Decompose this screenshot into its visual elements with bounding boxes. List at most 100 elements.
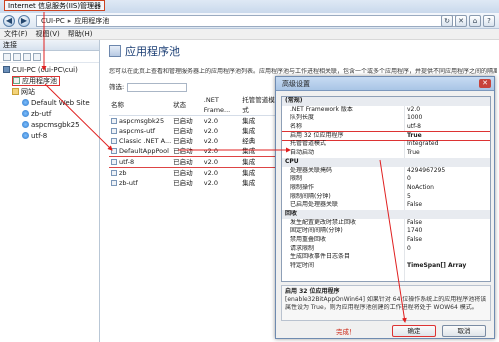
property-row[interactable]: 限制 0 [282, 175, 490, 184]
column-header-pipeline[interactable]: 托管管道模式 [240, 95, 277, 116]
property-name: 启用 32 位应用程序 [290, 131, 344, 139]
column-header-name[interactable]: 名称 [109, 95, 172, 116]
tree-item-site[interactable]: aspcmsgbk25 [0, 120, 99, 131]
property-value[interactable]: 1000 [407, 114, 490, 123]
forward-arrow-icon[interactable]: ▶ [18, 15, 30, 27]
property-value[interactable]: Integrated [407, 140, 490, 149]
table-row-selected[interactable]: utf-8 已启动 v2.0 集成 [109, 156, 277, 168]
property-value[interactable]: 5 [407, 193, 490, 202]
filter-label: 筛选: [109, 83, 125, 91]
property-value[interactable]: False [407, 236, 490, 245]
property-value[interactable]: 0 [407, 175, 490, 184]
property-row[interactable]: 名称 utf-8 [282, 123, 490, 132]
property-row[interactable]: 限制间隔(分钟) 5 [282, 193, 490, 202]
property-row[interactable]: 请求限制 0 [282, 245, 490, 254]
property-name: 限制操作 [290, 183, 315, 191]
app-pool-icon [111, 118, 117, 124]
menu-file[interactable]: 文件(F) [0, 29, 32, 40]
tree-item-app-pools[interactable]: 应用程序池 [0, 76, 99, 87]
property-value[interactable]: TimeSpan[] Array [407, 262, 490, 271]
connections-header: 连接 [0, 40, 99, 51]
property-row[interactable]: 队列长度 1000 [282, 114, 490, 123]
description-text-2: 属性设为 True，则为应用程序池创建的工作进程将处于 WOW64 模式。 [285, 304, 478, 311]
menu-view[interactable]: 视图(V) [32, 29, 64, 40]
ok-button[interactable]: 确定 [392, 325, 436, 337]
address-bar: ◀ ▶ CUI-PC ▸ 应用程序池 ↻ ✕ ⌂? [0, 13, 499, 29]
cancel-button[interactable]: 取消 [442, 325, 486, 337]
property-value[interactable]: True [407, 132, 490, 141]
property-value[interactable]: 1740 [407, 227, 490, 236]
title-bar: Internet 信息服务(IIS)管理器 [0, 0, 499, 13]
back-arrow-icon[interactable]: ◀ [3, 15, 15, 27]
property-value[interactable]: v2.0 [407, 106, 490, 115]
property-row[interactable]: 特定时间 TimeSpan[] Array [282, 262, 490, 271]
property-value[interactable]: utf-8 [407, 123, 490, 132]
column-header-status[interactable]: 状态 [171, 95, 202, 116]
property-value[interactable]: False [407, 219, 490, 228]
breadcrumb-server[interactable]: CUI-PC [41, 17, 65, 25]
breadcrumb[interactable]: CUI-PC ▸ 应用程序池 [36, 15, 456, 27]
connections-tree: CUI-PC (cui-PC\cui) 应用程序池 网站 Default Web… [0, 63, 99, 142]
connect-icon[interactable] [3, 53, 11, 61]
done-annotation: 完成！ [336, 328, 356, 336]
column-header-framework[interactable]: .NET Frame... [201, 95, 241, 116]
menu-help[interactable]: 帮助(H) [64, 29, 97, 40]
tree-item-server[interactable]: CUI-PC (cui-PC\cui) [0, 65, 99, 76]
app-pool-table: 名称 状态 .NET Frame... 托管管道模式 aspcmsgbk25 已启… [109, 95, 277, 188]
menu-bar: 文件(F) 视图(V) 帮助(H) [0, 29, 499, 40]
tree-item-sites[interactable]: 网站 [0, 87, 99, 98]
refresh-icon[interactable]: ↻ [441, 15, 453, 27]
app-pool-icon [111, 170, 117, 176]
tree-item-site[interactable]: zb-utf [0, 109, 99, 120]
property-row[interactable]: 自动启动 True [282, 149, 490, 158]
home-icon[interactable]: ⌂ [469, 15, 481, 27]
property-row[interactable]: 固定时间间隔(分钟) 1740 [282, 227, 490, 236]
app-pool-icon [13, 77, 20, 84]
property-row[interactable]: 发生配置更改时禁止回收 False [282, 219, 490, 228]
property-value[interactable]: True [407, 149, 490, 158]
property-row[interactable]: 处理器关联掩码 4294967295 [282, 167, 490, 176]
close-icon[interactable]: ✕ [479, 79, 491, 88]
description-text-1: [enable32BitAppOnWin64] 如果针对 64 位操作系统上的应… [285, 296, 487, 303]
breadcrumb-app-pools[interactable]: 应用程序池 [74, 17, 109, 25]
window-title: Internet 信息服务(IIS)管理器 [4, 0, 106, 11]
table-row[interactable]: aspcms-utf 已启动 v2.0 集成 [109, 126, 277, 136]
property-value[interactable]: 4294967295 [407, 167, 490, 176]
property-value[interactable]: False [407, 201, 490, 210]
stop-icon[interactable]: ✕ [455, 15, 467, 27]
property-row[interactable]: 生成回收事件日志条目 [282, 253, 490, 262]
table-row[interactable]: zb 已启动 v2.0 集成 [109, 168, 277, 179]
property-name: 请求限制 [290, 244, 315, 252]
property-row[interactable]: 已启用处理器关联 False [282, 201, 490, 210]
property-name: 禁用重叠回收 [290, 236, 327, 243]
table-row[interactable]: zb-utf 已启动 v2.0 集成 [109, 178, 277, 188]
property-category[interactable]: 回收 [282, 209, 490, 219]
property-name: 发生配置更改时禁止回收 [290, 218, 357, 226]
property-row[interactable]: .NET Framework 版本 v2.0 [282, 106, 490, 115]
dialog-title: 高级设置 [276, 77, 494, 91]
property-name: 已启用处理器关联 [290, 201, 339, 209]
property-name: 队列长度 [290, 114, 315, 122]
property-name: 固定时间间隔(分钟) [290, 227, 343, 235]
tree-item-site[interactable]: utf-8 [0, 131, 99, 142]
tree-item-site[interactable]: Default Web Site [0, 98, 99, 109]
property-name: 自动启动 [290, 149, 315, 157]
help-icon[interactable]: ? [483, 15, 495, 27]
page-description: 您可以在此页上查看和管理服务器上的应用程序池列表。应用程序池与工作进程相关联，包… [109, 68, 497, 75]
refresh-icon[interactable] [23, 53, 31, 61]
table-row[interactable]: Classic .NET A... 已启动 v2.0 经典 [109, 136, 277, 146]
table-row[interactable]: DefaultAppPool 已启动 v2.0 集成 [109, 146, 277, 157]
property-row[interactable]: 限制操作 NoAction [282, 184, 490, 193]
property-row[interactable]: 禁用重叠回收 False [282, 236, 490, 245]
property-value[interactable]: NoAction [407, 184, 490, 193]
property-value[interactable]: 0 [407, 245, 490, 254]
property-category[interactable]: (常规) [282, 97, 490, 106]
filter-input[interactable] [127, 82, 188, 92]
property-category[interactable]: CPU [282, 157, 490, 167]
delete-icon[interactable] [33, 53, 41, 61]
property-row[interactable]: 托管管道模式 Integrated [282, 140, 490, 149]
property-row-selected[interactable]: 启用 32 位应用程序 True [282, 130, 490, 142]
folder-icon [12, 88, 19, 95]
table-row[interactable]: aspcmsgbk25 已启动 v2.0 集成 [109, 116, 277, 127]
save-icon[interactable] [13, 53, 21, 61]
